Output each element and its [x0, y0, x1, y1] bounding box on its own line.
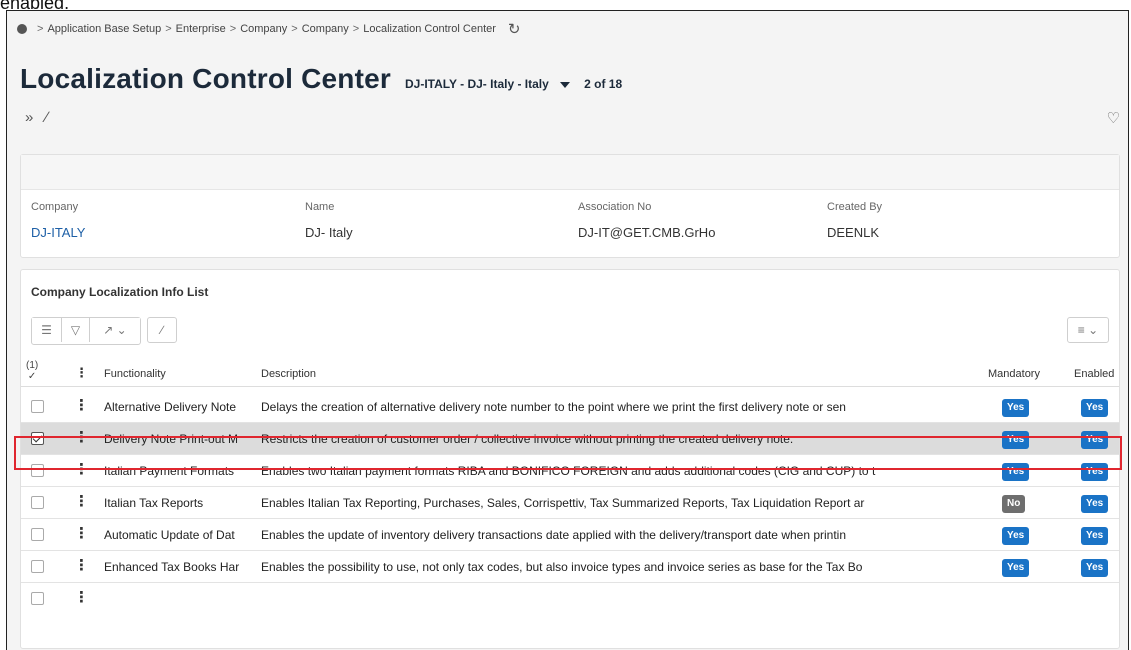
functionality-cell: Alternative Delivery Note: [104, 400, 237, 414]
company-details-card: Company DJ-ITALY Name DJ- Italy Associat…: [20, 154, 1120, 258]
enabled-badge: Yes: [1081, 527, 1109, 545]
chevron-right-icon: >: [229, 23, 237, 35]
row-checkbox[interactable]: [31, 496, 44, 509]
selected-count: (1) ✓: [26, 360, 38, 382]
record-selector[interactable]: DJ-ITALY - DJ- Italy - Italy: [404, 77, 571, 91]
functionality-cell: Automatic Update of Dat: [104, 528, 235, 542]
row-menu-icon[interactable]: ⋮: [74, 558, 89, 573]
name-field: Name DJ- Italy: [305, 201, 353, 240]
record-count: 2 of 18: [584, 77, 623, 91]
row-checkbox[interactable]: [31, 400, 44, 413]
filter-icon[interactable]: ▽: [62, 318, 90, 342]
favorite-heart-icon[interactable]: ♡: [1107, 109, 1120, 127]
row-checkbox[interactable]: [31, 560, 44, 573]
table-row[interactable]: ⋮ Italian Tax Reports Enables Italian Ta…: [21, 487, 1119, 519]
list-view-icon[interactable]: ☰: [32, 318, 62, 342]
selected-count-label: (1): [26, 360, 39, 371]
page-toolbar: » ∕: [25, 109, 48, 126]
mandatory-badge: Yes: [1002, 527, 1030, 545]
row-menu-icon[interactable]: ⋮: [74, 494, 89, 509]
field-value: DJ-IT@GET.CMB.GrHo: [578, 225, 716, 240]
record-selector-label: DJ-ITALY - DJ- Italy - Italy: [404, 77, 549, 91]
column-header-enabled[interactable]: Enabled: [1074, 368, 1114, 380]
table-header: (1) ✓ ⋮ Functionality Description Mandat…: [21, 360, 1119, 387]
page-title: Localization Control Center: [20, 63, 391, 94]
description-cell: Delays the creation of alternative deliv…: [261, 400, 846, 414]
field-label: Company: [31, 201, 79, 213]
enabled-badge: Yes: [1081, 559, 1109, 577]
mandatory-badge: Yes: [1002, 399, 1030, 417]
field-label: Association No: [578, 201, 652, 213]
caret-down-icon: [560, 81, 571, 88]
column-header-functionality[interactable]: Functionality: [104, 368, 166, 380]
list-title: Company Localization Info List: [31, 285, 209, 299]
app-window: > Application Base Setup > Enterprise > …: [6, 10, 1129, 650]
chevron-right-icon: >: [352, 23, 360, 35]
paperclip-icon[interactable]: ∕: [45, 109, 48, 126]
row-checkbox[interactable]: [31, 528, 44, 541]
table-row[interactable]: ⋮ Automatic Update of Dat Enables the up…: [21, 519, 1119, 551]
table-row-partial[interactable]: ⋮: [21, 583, 1119, 605]
breadcrumb-item[interactable]: Enterprise: [176, 23, 226, 35]
breadcrumb-item[interactable]: Localization Control Center: [363, 23, 496, 35]
functionality-cell: Italian Tax Reports: [104, 496, 204, 510]
expand-panel-icon[interactable]: »: [25, 109, 33, 126]
edit-pencil-icon[interactable]: ∕: [147, 317, 177, 343]
mandatory-badge: Yes: [1002, 559, 1030, 577]
field-value: DJ- Italy: [305, 225, 353, 240]
column-header-description[interactable]: Description: [261, 368, 316, 380]
page-header: Localization Control Center DJ-ITALY - D…: [20, 63, 622, 95]
breadcrumb-item[interactable]: Company: [240, 23, 287, 35]
mandatory-badge: No: [1002, 495, 1026, 513]
row-menu-icon[interactable]: ⋮: [74, 398, 89, 413]
check-icon: ✓: [27, 371, 37, 382]
chevron-right-icon: >: [291, 23, 298, 35]
field-label: Created By: [827, 201, 883, 213]
table-row[interactable]: ⋮ Alternative Delivery Note Delays the c…: [21, 391, 1119, 423]
export-menu-button[interactable]: ↗ ⌄: [90, 318, 140, 342]
row-checkbox[interactable]: [31, 592, 44, 605]
association-no-field: Association No DJ-IT@GET.CMB.GrHo: [578, 201, 715, 240]
breadcrumb-item[interactable]: Application Base Setup: [47, 23, 161, 35]
column-header-mandatory[interactable]: Mandatory: [988, 368, 1040, 380]
annotation-highlight-box: [14, 436, 1122, 470]
table-row[interactable]: ⋮ Enhanced Tax Books Har Enables the pos…: [21, 551, 1119, 583]
field-value: DEENLK: [827, 225, 880, 240]
enabled-badge: Yes: [1081, 495, 1109, 513]
enabled-badge: Yes: [1081, 399, 1109, 417]
breadcrumb-item[interactable]: Company: [302, 23, 349, 35]
description-cell: Enables the possibility to use, not only…: [261, 560, 863, 574]
row-menu-icon[interactable]: ⋮: [74, 526, 89, 541]
chevron-right-icon: >: [37, 23, 44, 35]
chevron-right-icon: >: [165, 23, 172, 35]
description-cell: Enables Italian Tax Reporting, Purchases…: [261, 496, 865, 510]
row-menu-icon[interactable]: ⋮: [74, 590, 89, 605]
field-label: Name: [305, 201, 335, 213]
company-link[interactable]: DJ-ITALY: [31, 225, 85, 240]
list-tool-group: ☰ ▽ ↗ ⌄: [31, 317, 141, 345]
company-field: Company DJ-ITALY: [31, 201, 85, 240]
functionality-cell: Enhanced Tax Books Har: [104, 560, 240, 574]
list-toolbar: ☰ ▽ ↗ ⌄ ∕: [31, 317, 177, 345]
refresh-icon[interactable]: ↻: [508, 20, 521, 38]
home-icon[interactable]: [17, 24, 27, 34]
kebab-icon[interactable]: ⋮: [75, 365, 88, 381]
breadcrumb: > Application Base Setup > Enterprise > …: [17, 20, 521, 38]
card-header-bar: [21, 155, 1119, 190]
column-settings-button[interactable]: ≡ ⌄: [1067, 317, 1109, 343]
description-cell: Enables the update of inventory delivery…: [261, 528, 847, 542]
created-by-field: Created By DEENLK: [827, 201, 882, 240]
